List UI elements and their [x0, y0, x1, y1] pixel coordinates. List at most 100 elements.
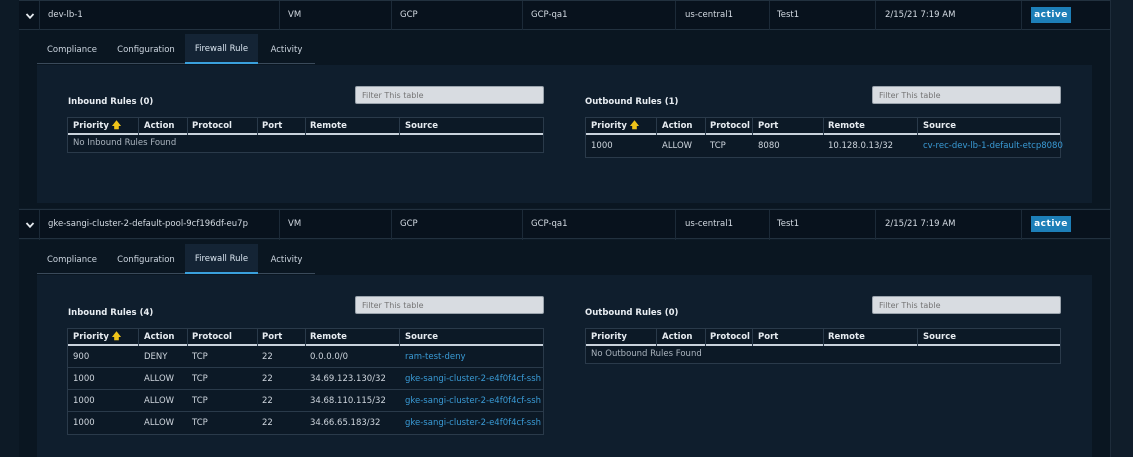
resource-name[interactable]: gke-sangi-cluster-2-default-pool-9cf196d…: [48, 210, 248, 240]
resource-row[interactable]: dev-lb-1 VM GCP GCP-qa1 us-central1 Test…: [19, 0, 1110, 31]
col-remote[interactable]: Remote: [310, 118, 347, 135]
col-action[interactable]: Action: [144, 329, 175, 346]
resource-row[interactable]: gke-sangi-cluster-2-default-pool-9cf196d…: [19, 209, 1110, 240]
cell-priority: 900: [73, 352, 90, 362]
empty-message: No Inbound Rules Found: [73, 138, 177, 148]
cell-remote: 10.128.0.13/32: [828, 141, 894, 151]
cell-priority: 1000: [591, 141, 613, 151]
tab-compliance[interactable]: Compliance: [37, 244, 107, 274]
resource-cloud: GCP: [400, 219, 418, 229]
inbound-rules-title: Inbound Rules (0): [68, 97, 154, 107]
resource-detail-panel: Compliance Configuration Firewall Rule A…: [19, 240, 1110, 457]
col-source[interactable]: Source: [923, 118, 956, 135]
empty-message: No Outbound Rules Found: [591, 349, 702, 359]
firewall-content: Inbound Rules (4) Priority🡅 Action Proto…: [37, 275, 1092, 457]
inbound-rules-title: Inbound Rules (4): [68, 308, 154, 318]
cell-remote: 34.66.65.183/32: [310, 418, 381, 428]
col-protocol[interactable]: Protocol: [192, 118, 232, 135]
resource-type: VM: [288, 10, 302, 20]
col-port[interactable]: Port: [262, 118, 282, 135]
cell-priority: 1000: [73, 374, 95, 384]
tab-activity[interactable]: Activity: [258, 244, 315, 274]
table-row: 1000 ALLOW TCP 8080 10.128.0.13/32 cv-re…: [586, 135, 1063, 157]
col-priority[interactable]: Priority 🡅: [591, 118, 639, 135]
cell-protocol: TCP: [192, 374, 208, 384]
inbound-filter-input[interactable]: [355, 296, 544, 314]
col-action[interactable]: Action: [662, 329, 693, 346]
resource-tenant: Test1: [777, 10, 800, 20]
col-remote[interactable]: Remote: [828, 118, 865, 135]
table-row: 900 DENY TCP 22 0.0.0.0/0 ram-test-deny: [68, 346, 543, 368]
col-protocol[interactable]: Protocol: [710, 329, 750, 346]
col-source[interactable]: Source: [923, 329, 956, 346]
inbound-rules-table: Priority 🡅 Action Protocol Port Remote So…: [67, 328, 544, 435]
cell-priority: 1000: [73, 396, 95, 406]
right-scroll-gutter: [1110, 0, 1133, 457]
cell-remote: 34.68.110.115/32: [310, 396, 386, 406]
chevron-down-icon[interactable]: [25, 220, 35, 230]
cell-protocol: TCP: [192, 352, 208, 362]
col-source[interactable]: Source: [405, 118, 438, 135]
firewall-content: Inbound Rules (0) Priority🡅 Action Proto…: [37, 65, 1092, 203]
resource-type: VM: [288, 219, 302, 229]
col-remote[interactable]: Remote: [310, 329, 347, 346]
outbound-rules-table: Priority Action Protocol Port Remote Sou…: [585, 328, 1061, 364]
cell-action: ALLOW: [144, 396, 175, 406]
cell-port: 8080: [758, 141, 780, 151]
cell-source-link[interactable]: gke-sangi-cluster-2-e4f0f4cf-ssh: [405, 368, 541, 390]
cell-protocol: TCP: [192, 396, 208, 406]
cell-action: ALLOW: [144, 418, 175, 428]
outbound-filter-input[interactable]: [872, 86, 1061, 104]
col-protocol[interactable]: Protocol: [192, 329, 232, 346]
outbound-rules-table: Priority 🡅 Action Protocol Port Remote So…: [585, 117, 1063, 158]
col-remote[interactable]: Remote: [828, 329, 865, 346]
cell-action: DENY: [144, 352, 168, 362]
cell-source-link[interactable]: gke-sangi-cluster-2-e4f0f4cf-ssh: [405, 412, 541, 434]
inbound-rules-table: Priority 🡅 Action Protocol Port Remote So…: [67, 117, 544, 153]
outbound-filter-input[interactable]: [872, 296, 1061, 314]
table-header: Priority Action Protocol Port Remote Sou…: [586, 329, 1060, 346]
table-header: Priority 🡅 Action Protocol Port Remote So…: [68, 329, 543, 346]
arrow-up-icon: 🡅: [111, 121, 122, 131]
outbound-rules-title: Outbound Rules (0): [585, 308, 679, 318]
cell-source-link[interactable]: cv-rec-dev-lb-1-default-etcp8080: [923, 135, 1063, 157]
col-priority[interactable]: Priority 🡅: [73, 118, 121, 135]
cell-port: 22: [262, 352, 273, 362]
table-header: Priority 🡅 Action Protocol Port Remote So…: [586, 118, 1060, 135]
col-port[interactable]: Port: [262, 329, 282, 346]
col-action[interactable]: Action: [144, 118, 175, 135]
col-port[interactable]: Port: [758, 118, 778, 135]
left-gutter: [0, 0, 19, 457]
tab-firewall-rule[interactable]: Firewall Rule: [185, 244, 258, 274]
table-row: 1000 ALLOW TCP 22 34.68.110.115/32 gke-s…: [68, 390, 543, 412]
col-priority[interactable]: Priority 🡅: [73, 329, 121, 346]
chevron-down-icon[interactable]: [25, 11, 35, 21]
resource-date: 2/15/21 7:19 AM: [885, 219, 956, 229]
status-badge: active: [1031, 216, 1071, 232]
resource-date: 2/15/21 7:19 AM: [885, 10, 956, 20]
cell-source-link[interactable]: ram-test-deny: [405, 346, 465, 368]
tab-configuration[interactable]: Configuration: [107, 34, 185, 64]
tab-firewall-rule[interactable]: Firewall Rule: [185, 34, 258, 64]
inbound-filter-input[interactable]: [355, 86, 544, 104]
tab-compliance[interactable]: Compliance: [37, 34, 107, 64]
tab-configuration[interactable]: Configuration: [107, 244, 185, 274]
col-port[interactable]: Port: [758, 329, 778, 346]
resource-detail-panel: Compliance Configuration Firewall Rule A…: [19, 30, 1110, 208]
resource-name[interactable]: dev-lb-1: [48, 1, 83, 31]
tab-activity[interactable]: Activity: [258, 34, 315, 64]
resource-account: GCP-qa1: [531, 10, 568, 20]
col-protocol[interactable]: Protocol: [710, 118, 750, 135]
col-priority[interactable]: Priority: [591, 329, 627, 346]
cell-source-link[interactable]: gke-sangi-cluster-2-e4f0f4cf-ssh: [405, 390, 541, 412]
table-row: 1000 ALLOW TCP 22 34.69.123.130/32 gke-s…: [68, 368, 543, 390]
resource-tenant: Test1: [777, 219, 800, 229]
col-source[interactable]: Source: [405, 329, 438, 346]
resource-cloud: GCP: [400, 10, 418, 20]
cell-action: ALLOW: [144, 374, 175, 384]
col-action[interactable]: Action: [662, 118, 693, 135]
cell-port: 22: [262, 396, 273, 406]
cell-action: ALLOW: [662, 141, 693, 151]
resource-region: us-central1: [685, 10, 733, 20]
arrow-up-icon: 🡅: [111, 332, 122, 342]
